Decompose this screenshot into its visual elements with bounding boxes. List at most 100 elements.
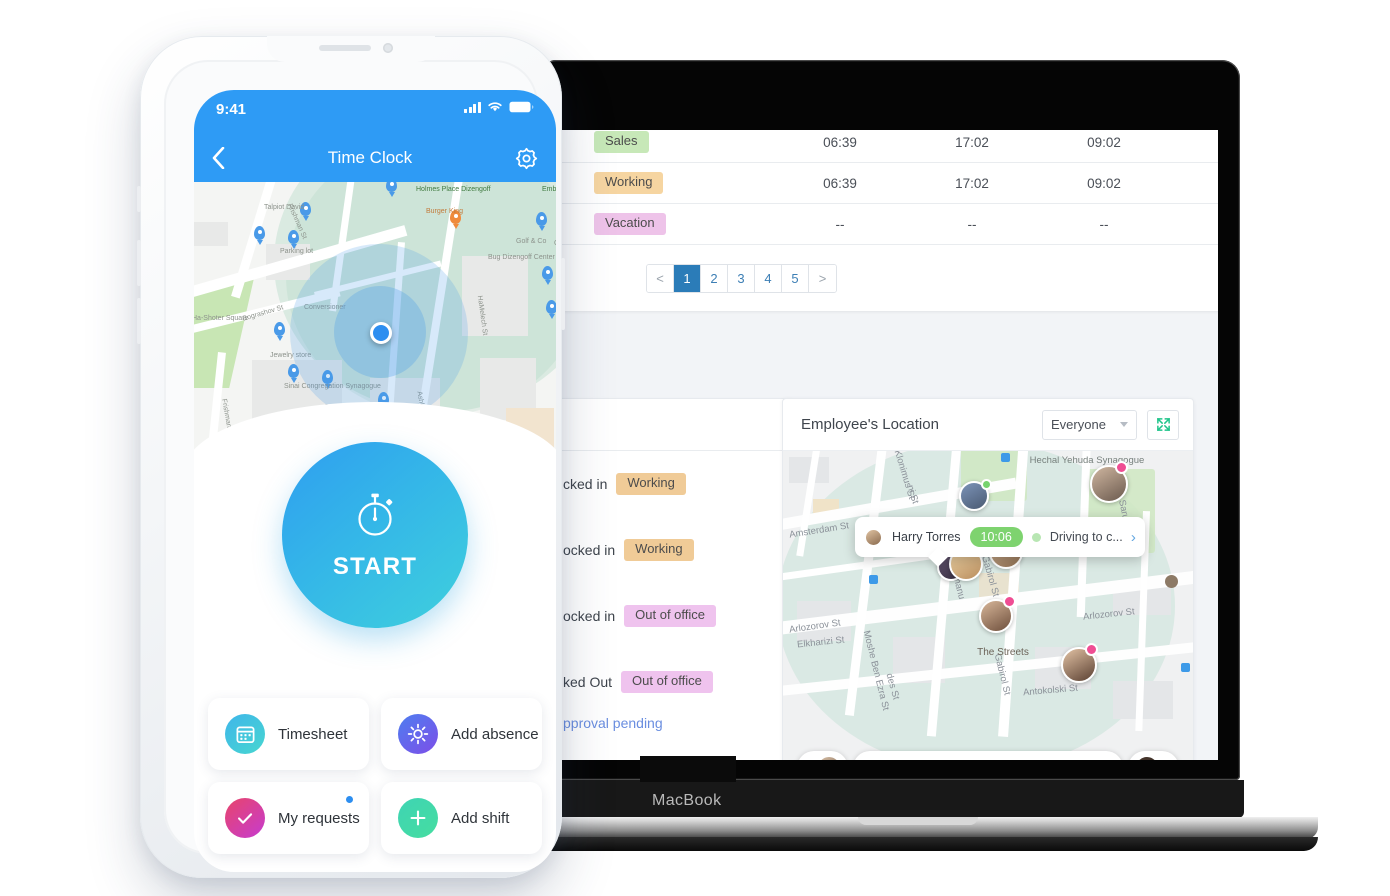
- status-badge: Vacation: [594, 213, 666, 235]
- signal-bars-icon: [464, 101, 481, 113]
- expand-map-button[interactable]: [1147, 409, 1179, 440]
- phone-power-button[interactable]: [561, 258, 565, 330]
- plus-icon: [398, 798, 438, 838]
- start-timer-button[interactable]: START: [282, 442, 468, 628]
- calendar-icon: [225, 714, 265, 754]
- front-camera-icon: [383, 43, 393, 53]
- employee-location-map[interactable]: Amsterdam St Klonimus St Arlozorov St Ib…: [783, 451, 1193, 760]
- macbook-mockup: Sales 06:39 17:02 09:02 Working 06:39 17:02 09:…: [470, 60, 1318, 851]
- desktop-app: Sales 06:39 17:02 09:02 Working 06:39 17:02 09:…: [562, 130, 1218, 760]
- map-place-label: Burger King: [426, 208, 463, 215]
- list-item[interactable]: ked Out Out of office: [562, 649, 793, 715]
- gear-icon[interactable]: [515, 147, 538, 170]
- status-dot-pink: [1085, 643, 1098, 656]
- phone-mute-switch[interactable]: [137, 186, 141, 212]
- pagination-page-2[interactable]: 2: [701, 264, 728, 292]
- earpiece-speaker-icon: [319, 45, 371, 51]
- status-badge: Out of office: [621, 671, 713, 693]
- tile-label: Add absence: [451, 725, 539, 743]
- clock-out-cell: 17:02: [955, 175, 989, 191]
- status-bar-time: 9:41: [216, 101, 247, 118]
- phone-volume-up-button[interactable]: [137, 240, 141, 286]
- map-place-label: Talpiot David: [264, 204, 305, 211]
- callout-time-badge: 10:06: [969, 526, 1023, 548]
- pagination-page-1[interactable]: 1: [674, 264, 701, 292]
- transit-poi-icon: [1001, 453, 1010, 462]
- page-title: Employee's Location: [801, 416, 939, 433]
- pagination-page-5[interactable]: 5: [782, 264, 809, 292]
- timesheet-table-body: Sales 06:39 17:02 09:02 Working 06:39 17:02 09:…: [562, 130, 1218, 245]
- status-badge: Working: [624, 539, 694, 561]
- avatar: [864, 527, 883, 547]
- pagination-prev[interactable]: <: [647, 264, 674, 292]
- employee-filter-select[interactable]: Everyone: [1042, 409, 1137, 440]
- status-badge: Working: [594, 172, 664, 194]
- map-place-label: Holmes Place Dizengoff: [416, 186, 491, 193]
- phone-inner-frame: 9:41 Time Clock Holmes Place Dizengoff E…: [164, 60, 556, 872]
- chevron-left-icon[interactable]: [212, 147, 225, 169]
- pagination-page-3[interactable]: 3: [728, 264, 755, 292]
- tile-label: Add shift: [451, 809, 510, 827]
- prev-user-control[interactable]: ‹: [797, 751, 849, 760]
- employee-location-card: Employee's Location Everyone Amsterdam S…: [782, 398, 1194, 760]
- callout-status-text: Driving to c...: [1049, 530, 1122, 544]
- location-card-header: Employee's Location Everyone: [783, 399, 1193, 451]
- status-dot-pink: [1115, 461, 1128, 474]
- clock-out-cell: --: [967, 216, 977, 232]
- sun-icon: [398, 714, 438, 754]
- screenshot-stage: Sales 06:39 17:02 09:02 Working 06:39 17:02 09:…: [0, 0, 1390, 896]
- wifi-icon: [488, 102, 502, 112]
- map-block: [462, 256, 528, 336]
- nav-title: Time Clock: [327, 148, 413, 167]
- chevron-right-icon[interactable]: ›: [1131, 529, 1136, 546]
- transit-poi-icon: [1181, 663, 1190, 672]
- status-bar-icons: [464, 101, 534, 113]
- attendance-status-card: cked in Working ocked in Working ocked in Out…: [562, 398, 794, 760]
- quick-action-tile[interactable]: My requests: [208, 782, 369, 854]
- quick-action-tiles: Timesheet Add absence My requests Add shift: [208, 698, 542, 854]
- status-list: cked in Working ocked in Working ocked in Out…: [562, 451, 793, 715]
- current-location-dot: [370, 322, 392, 344]
- status-card-header: [562, 399, 793, 451]
- list-item[interactable]: ocked in Working: [562, 517, 793, 583]
- laptop-brand-label: MacBook: [652, 792, 722, 809]
- table-row[interactable]: Vacation -- -- --: [562, 204, 1218, 245]
- total-hours-cell: 09:02: [1087, 134, 1121, 150]
- map-place-label: Embassy o: [542, 186, 556, 193]
- total-hours-cell: 09:02: [1087, 175, 1121, 191]
- status-badge: Sales: [594, 131, 649, 153]
- check-icon: [225, 798, 265, 838]
- clock-in-cell: 06:39: [823, 175, 857, 191]
- pagination-page-4[interactable]: 4: [755, 264, 782, 292]
- approval-pending-link[interactable]: pproval pending: [562, 715, 793, 731]
- avatar[interactable]: [1133, 755, 1160, 760]
- list-item[interactable]: cked in Working: [562, 451, 793, 517]
- pagination-next[interactable]: >: [809, 264, 836, 292]
- table-row[interactable]: Working 06:39 17:02 09:02: [562, 163, 1218, 204]
- status-dot-icon: [1031, 532, 1041, 542]
- quick-action-tile[interactable]: Add shift: [381, 782, 542, 854]
- map-block: [194, 222, 228, 246]
- laptop-chin: [536, 756, 1244, 818]
- row-badge-cell: Working: [594, 172, 774, 194]
- quick-action-tile[interactable]: Timesheet: [208, 698, 369, 770]
- status-badge: Working: [616, 473, 686, 495]
- quick-action-tile[interactable]: Add absence: [381, 698, 542, 770]
- employee-callout[interactable]: Harry Torres 10:06 Driving to c... ›: [855, 517, 1145, 557]
- map-user-search-bar: ‹: [797, 751, 1179, 760]
- map-place-label: Golf & Co: [516, 238, 547, 245]
- stopwatch-icon: [358, 493, 393, 536]
- pagination[interactable]: <1 2 3 4 5 >: [646, 263, 837, 293]
- clock-out-cell: 17:02: [955, 134, 989, 150]
- list-item[interactable]: ocked in Out of office: [562, 583, 793, 649]
- phone-volume-down-button[interactable]: [137, 298, 141, 344]
- map-place-label: The Streets: [977, 647, 1029, 658]
- table-row[interactable]: Sales 06:39 17:02 09:02: [562, 130, 1218, 163]
- row-badge-cell: Sales: [594, 131, 774, 153]
- tile-label: My requests: [278, 809, 360, 827]
- search-field-wrap[interactable]: [853, 751, 1123, 760]
- avatar[interactable]: [816, 755, 843, 760]
- next-user-control[interactable]: ›: [1127, 751, 1179, 760]
- pagination-container: <1 2 3 4 5 >: [562, 245, 1218, 311]
- clock-in-cell: 06:39: [823, 134, 857, 150]
